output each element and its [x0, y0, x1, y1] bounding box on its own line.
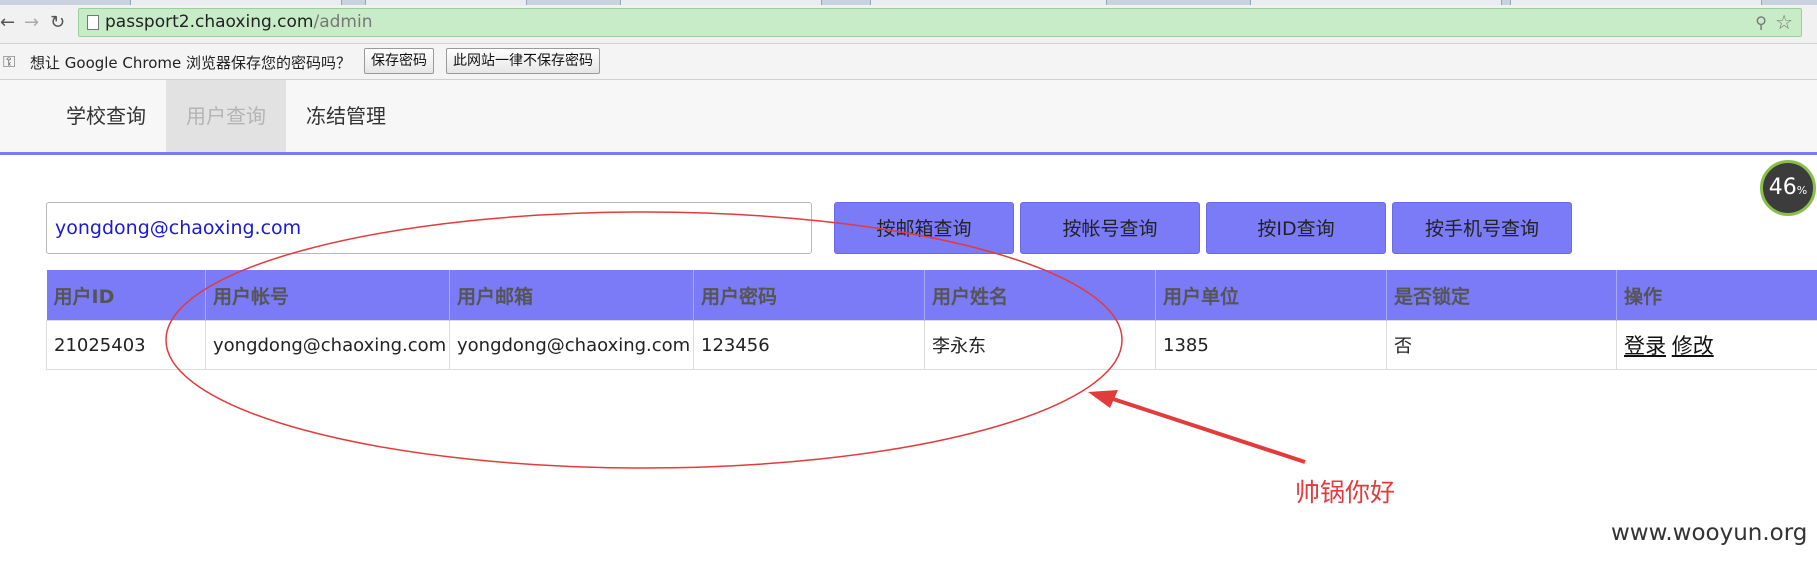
annotation-layer [165, 211, 1306, 469]
annotation-text: 帅锅你好 [1295, 478, 1396, 507]
annotation-ellipse [165, 211, 1123, 469]
annotation-arrow [1109, 396, 1306, 464]
watermark: www.wooyun.org [1611, 520, 1808, 546]
annotation-arrowhead [1088, 390, 1118, 408]
